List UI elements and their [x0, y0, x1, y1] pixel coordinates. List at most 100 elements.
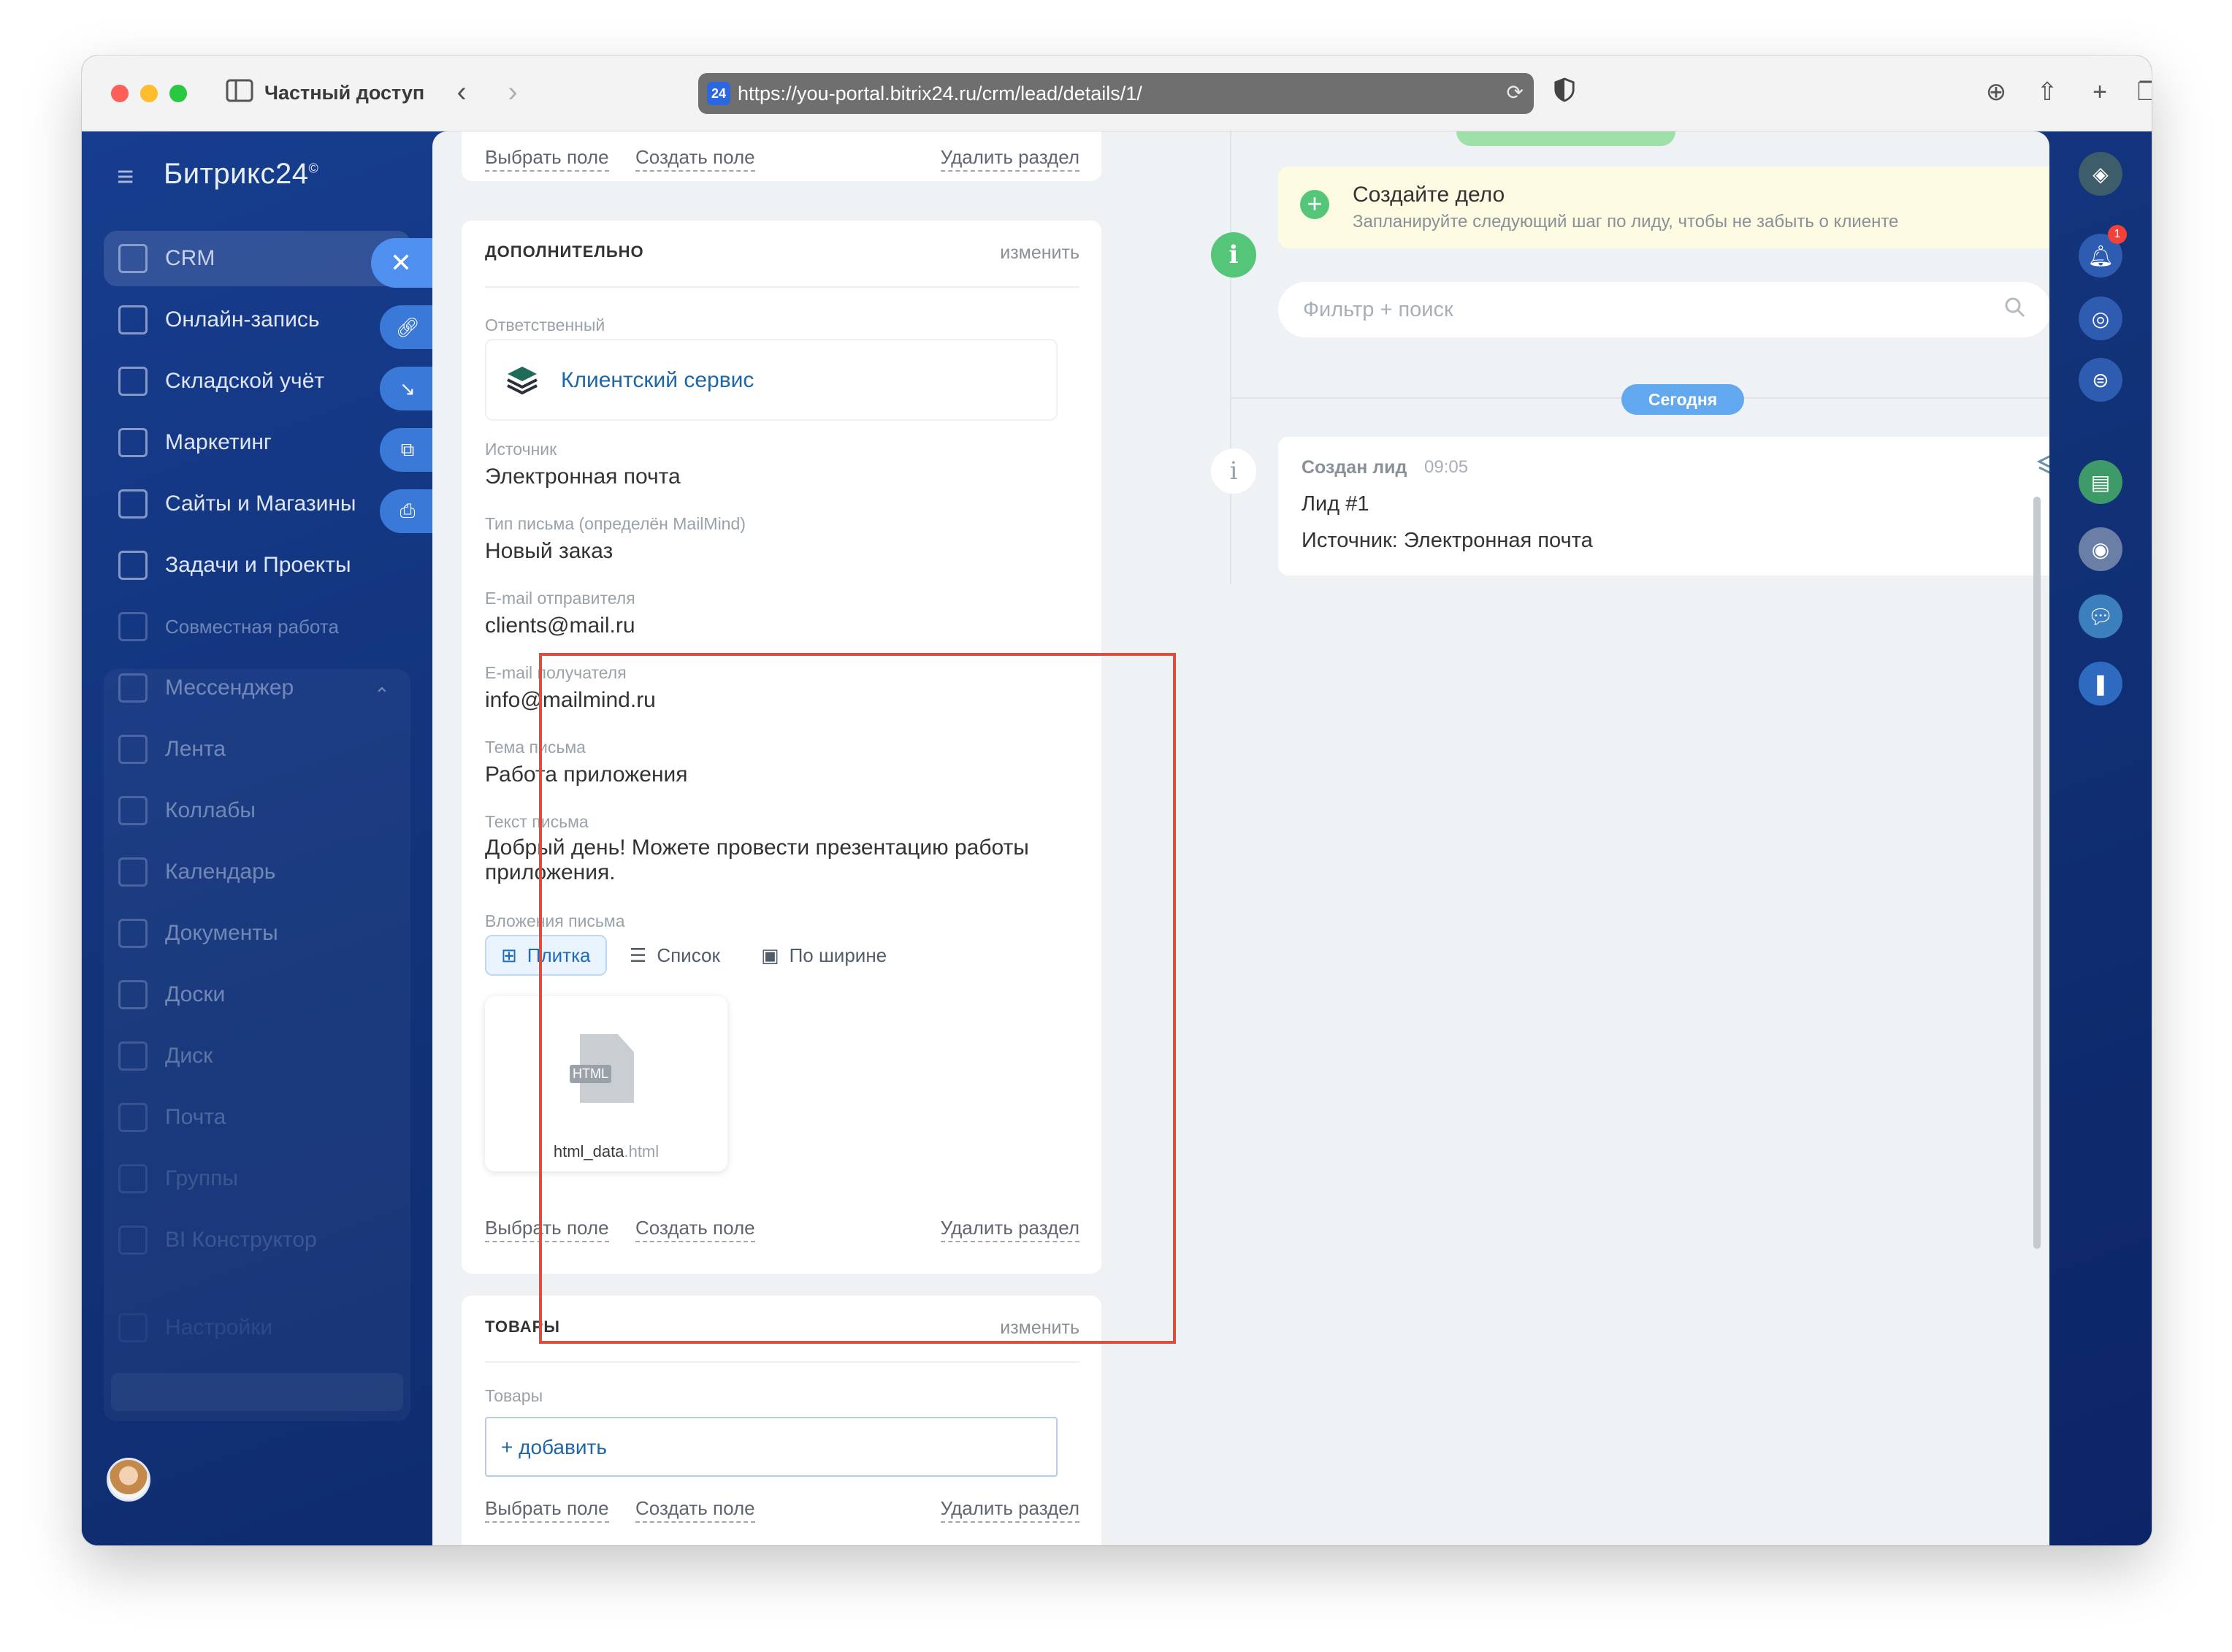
sidebar-item-disk[interactable]: Диск: [104, 1028, 410, 1084]
scrollbar[interactable]: [2033, 497, 2041, 1249]
sidebar-item-inventory[interactable]: Складской учёт: [104, 353, 410, 409]
sidebar-item-boards[interactable]: Доски: [104, 967, 410, 1022]
attachment-tile[interactable]: HTML html_data.html: [485, 996, 727, 1171]
bookmark-icon[interactable]: ❚: [2079, 662, 2122, 705]
responsible-field[interactable]: Клиентский сервис: [485, 339, 1058, 421]
stage-badge: [1456, 131, 1675, 146]
products-field[interactable]: + добавить: [485, 1417, 1058, 1477]
zoom-window-button[interactable]: [169, 85, 187, 102]
create-field-link[interactable]: Создать поле: [635, 146, 755, 172]
cart-icon: [118, 489, 148, 519]
copilot-icon[interactable]: ◎: [2079, 297, 2122, 340]
sidebar-item-calendar[interactable]: Календарь: [104, 844, 410, 900]
company-logo-icon[interactable]: ◈: [2079, 152, 2122, 196]
contact-avatar[interactable]: ◉: [2079, 527, 2122, 571]
download-icon[interactable]: ⊕: [1979, 77, 2013, 107]
sidebar-item-messenger[interactable]: Мессенджер: [104, 660, 410, 716]
sidebar-item-documents[interactable]: Документы: [104, 906, 410, 961]
sidebar-item-marketing[interactable]: Маркетинг: [104, 415, 410, 470]
board-icon: [118, 980, 148, 1009]
back-icon[interactable]: ‹: [447, 77, 476, 107]
recipient-value[interactable]: info@mailmind.ru: [485, 688, 656, 713]
timeline-search-input[interactable]: Фильтр + поиск: [1278, 282, 2049, 337]
view-list-button[interactable]: ☰ Список: [630, 935, 720, 976]
responsible-name[interactable]: Клиентский сервис: [561, 368, 754, 393]
new-tab-icon[interactable]: +: [2083, 77, 2117, 107]
subject-value[interactable]: Работа приложения: [485, 762, 688, 787]
source-value[interactable]: Электронная почта: [485, 464, 681, 489]
private-access-label: Частный доступ: [264, 82, 425, 104]
mail-type-value[interactable]: Новый заказ: [485, 539, 613, 564]
create-activity-card[interactable]: + Создайте дело Запланируйте следующий ш…: [1278, 167, 2049, 248]
browser-toolbar: Частный доступ ‹ › 24 https://you-portal…: [82, 56, 2152, 131]
sidebar-item-mail[interactable]: Почта: [104, 1090, 410, 1145]
create-field-link[interactable]: Создать поле: [635, 1497, 755, 1523]
delete-section-link[interactable]: Удалить раздел: [940, 1497, 1079, 1523]
attachments-label: Вложения письма: [485, 911, 625, 930]
delete-section-link[interactable]: Удалить раздел: [940, 1217, 1079, 1242]
forward-icon[interactable]: ›: [498, 77, 527, 107]
sidebar-item-collabs[interactable]: Коллабы: [104, 783, 410, 838]
warehouse-icon: [118, 367, 148, 396]
edit-section-link[interactable]: изменить: [1000, 1318, 1079, 1339]
search-icon[interactable]: [2004, 297, 2026, 318]
app-green-icon[interactable]: ▤: [2079, 460, 2122, 504]
sidebar-item-sites[interactable]: Сайты и Магазины: [104, 476, 410, 532]
sidebar-group-collaboration[interactable]: Совместная работа: [104, 599, 410, 654]
sidebar-item-settings[interactable]: Настройки: [104, 1300, 410, 1355]
share-icon[interactable]: ⇧: [2030, 77, 2064, 107]
select-field-link[interactable]: Выбрать поле: [485, 1217, 609, 1242]
edit-section-link[interactable]: изменить: [1000, 242, 1079, 264]
main-section-card: Выбрать поле Создать поле Удалить раздел: [462, 131, 1101, 181]
chat-bubbles-icon[interactable]: 💬︎: [2079, 594, 2122, 638]
funnel-icon: [118, 244, 148, 273]
body-label: Текст письма: [485, 812, 589, 831]
event-lead-link[interactable]: Лид #1: [1302, 492, 1369, 516]
create-activity-hint: Запланируйте следующий шаг по лиду, чтоб…: [1353, 212, 1899, 232]
copy-link-button[interactable]: 🔗︎: [380, 305, 435, 349]
sidebar-item-tasks[interactable]: Задачи и Проекты: [104, 538, 410, 593]
responsible-label: Ответственный: [485, 316, 605, 334]
team-logo-icon: [507, 367, 538, 395]
browser-window: Частный доступ ‹ › 24 https://you-portal…: [82, 56, 2152, 1545]
search-chat-icon[interactable]: ⊜: [2079, 358, 2122, 402]
open-in-new-tab-button[interactable]: ⧉: [380, 428, 435, 472]
sidebar-icon[interactable]: [225, 79, 254, 108]
sidebar-item-bi[interactable]: BI Конструктор: [104, 1212, 410, 1268]
right-sidebar: ◈ 🔔︎ 1 ◎ ⊜ ▤ ◉ 💬︎ ❚: [2049, 131, 2152, 1545]
select-field-link[interactable]: Выбрать поле: [485, 1497, 609, 1523]
close-slider-button[interactable]: ✕: [371, 238, 437, 288]
section-title: ДОПОЛНИТЕЛЬНО: [485, 242, 644, 261]
print-button[interactable]: ⎙: [380, 489, 435, 533]
address-bar[interactable]: 24 https://you-portal.bitrix24.ru/crm/le…: [698, 73, 1534, 114]
additional-section-card: ДОПОЛНИТЕЛЬНО изменить Ответственный Кли…: [462, 221, 1101, 1274]
add-product-link[interactable]: + добавить: [501, 1436, 607, 1459]
sidebar-bottom-button[interactable]: [111, 1373, 403, 1411]
file-type-tag: HTML: [570, 1065, 611, 1083]
create-field-link[interactable]: Создать поле: [635, 1217, 755, 1242]
shield-icon[interactable]: [1550, 77, 1579, 109]
body-value[interactable]: Добрый день! Можете провести презентацию…: [485, 835, 1069, 885]
view-tiles-button[interactable]: ⊞ Плитка: [485, 935, 607, 976]
delete-section-link[interactable]: Удалить раздел: [940, 146, 1079, 172]
sidebar-item-feed[interactable]: Лента: [104, 722, 410, 777]
select-field-link[interactable]: Выбрать поле: [485, 146, 609, 172]
attachment-filename: html_data.html: [553, 1142, 660, 1160]
chat-icon: [118, 673, 148, 703]
view-width-button[interactable]: ▣ По ширине: [761, 935, 887, 976]
sidebar-item-crm[interactable]: CRM: [104, 231, 410, 286]
sidebar-item-online-booking[interactable]: Онлайн-запись: [104, 292, 410, 348]
avatar[interactable]: [107, 1458, 150, 1502]
sidebar-item-groups[interactable]: Группы: [104, 1151, 410, 1207]
close-window-button[interactable]: [111, 85, 129, 102]
brand-logo[interactable]: Битрикс24©: [164, 158, 318, 191]
sender-value[interactable]: clients@mail.ru: [485, 613, 635, 638]
close-icon: ✕: [389, 248, 413, 278]
minimize-slider-button[interactable]: ↘: [380, 367, 435, 410]
plus-icon[interactable]: +: [1300, 190, 1329, 219]
tabs-overview-icon[interactable]: ❐: [2131, 77, 2152, 107]
menu-icon[interactable]: ≡: [117, 161, 134, 194]
reload-icon[interactable]: ⟳: [1507, 80, 1524, 104]
minimize-window-button[interactable]: [140, 85, 158, 102]
url-text: https://you-portal.bitrix24.ru/crm/lead/…: [738, 83, 1142, 104]
